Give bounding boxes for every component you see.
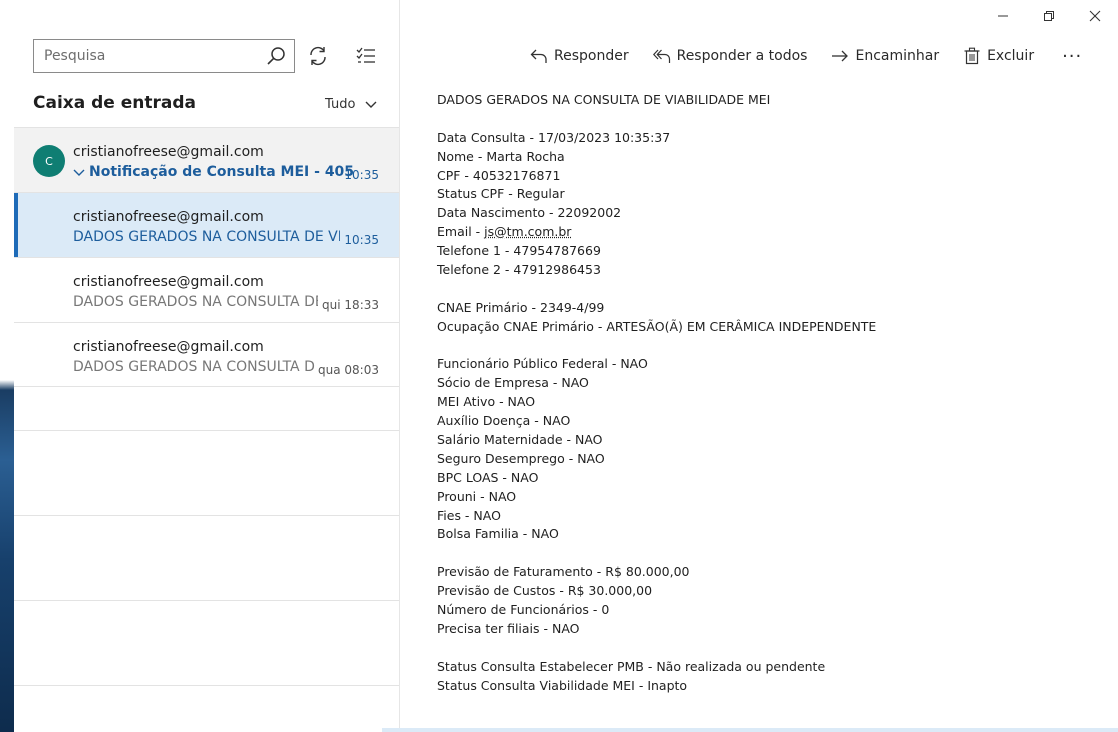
mail-time: 10:35 bbox=[344, 233, 379, 247]
mail-subject: DADOS GERADOS NA CONSULTA DE VIABILIDADE… bbox=[73, 294, 318, 310]
mail-time: 10:35 bbox=[344, 168, 379, 182]
mail-item[interactable]: cristianofreese@gmail.com DADOS GERADOS … bbox=[14, 322, 399, 387]
message-line: Ocupação CNAE Primário - ARTESÃO(Ã) EM C… bbox=[437, 318, 877, 334]
reply-all-label: Responder a todos bbox=[676, 48, 808, 64]
trash-icon bbox=[964, 47, 980, 65]
reply-icon bbox=[530, 49, 547, 63]
desktop-background bbox=[0, 0, 14, 732]
empty-list-area bbox=[14, 600, 399, 685]
message-line: Previsão de Custos - R$ 30.000,00 bbox=[437, 583, 653, 599]
delete-label: Excluir bbox=[987, 48, 1035, 64]
message-line: Número de Funcionários - 0 bbox=[437, 602, 610, 618]
mail-subject: DADOS GERADOS NA CONSULTA DE VIABILIDADE… bbox=[73, 229, 340, 245]
avatar: C bbox=[33, 145, 65, 177]
minimize-icon bbox=[998, 15, 1008, 17]
message-line: Sócio de Empresa - NAO bbox=[437, 375, 589, 391]
more-actions-button[interactable]: ··· bbox=[1062, 46, 1082, 67]
message-line: Auxílio Doença - NAO bbox=[437, 413, 571, 429]
empty-list-area bbox=[14, 430, 399, 515]
empty-list-area bbox=[14, 515, 399, 600]
mail-time: qua 08:03 bbox=[318, 363, 379, 377]
mail-time: qui 18:33 bbox=[322, 298, 379, 312]
mail-item-selected[interactable]: cristianofreese@gmail.com DADOS GERADOS … bbox=[14, 192, 399, 257]
restore-button[interactable] bbox=[1026, 0, 1072, 32]
message-list-pane: Caixa de entrada Tudo C cristianofreese@… bbox=[14, 0, 400, 732]
message-line: Fies - NAO bbox=[437, 507, 501, 523]
message-line: Status Consulta Viabilidade MEI - Inapto bbox=[437, 677, 688, 693]
message-heading: DADOS GERADOS NA CONSULTA DE VIABILIDADE… bbox=[437, 92, 771, 107]
search-icon[interactable] bbox=[266, 46, 286, 66]
mail-sender: cristianofreese@gmail.com bbox=[73, 209, 264, 225]
message-line: Previsão de Faturamento - R$ 80.000,00 bbox=[437, 564, 690, 580]
reply-label: Responder bbox=[554, 48, 629, 64]
message-line: MEI Ativo - NAO bbox=[437, 394, 536, 410]
restore-icon bbox=[1044, 11, 1054, 21]
filter-dropdown[interactable]: Tudo bbox=[325, 97, 377, 112]
mail-sender: cristianofreese@gmail.com bbox=[73, 274, 264, 290]
mail-item[interactable]: cristianofreese@gmail.com DADOS GERADOS … bbox=[14, 257, 399, 322]
message-body: DADOS GERADOS NA CONSULTA DE VIABILIDADE… bbox=[437, 91, 1087, 696]
mail-thread-header[interactable]: C cristianofreese@gmail.com Notificação … bbox=[14, 127, 399, 192]
message-line: Salário Maternidade - NAO bbox=[437, 432, 603, 448]
message-line: Precisa ter filiais - NAO bbox=[437, 620, 580, 636]
filter-label: Tudo bbox=[325, 97, 356, 112]
message-line: Telefone 2 - 47912986453 bbox=[437, 262, 601, 278]
message-line: CNAE Primário - 2349-4/99 bbox=[437, 299, 605, 315]
message-line: Data Consulta - 17/03/2023 10:35:37 bbox=[437, 129, 671, 145]
mail-subject: DADOS GERADOS NA CONSULTA DE VIABILIDADE… bbox=[73, 359, 316, 375]
select-list-icon[interactable] bbox=[355, 45, 377, 67]
mail-subject: Notificação de Consulta MEI - 4053217687… bbox=[89, 164, 353, 180]
message-line: Seguro Desemprego - NAO bbox=[437, 450, 605, 466]
forward-button[interactable]: Encaminhar bbox=[831, 47, 939, 65]
reply-button[interactable]: Responder bbox=[530, 47, 629, 65]
message-line: Funcionário Público Federal - NAO bbox=[437, 356, 648, 372]
email-link[interactable]: js@tm.com.br bbox=[484, 224, 571, 239]
empty-list-area bbox=[14, 685, 399, 732]
reply-all-icon bbox=[652, 49, 670, 63]
close-icon bbox=[1089, 10, 1101, 22]
mail-list: C cristianofreese@gmail.com Notificação … bbox=[14, 127, 399, 387]
forward-arrow-icon bbox=[832, 50, 849, 62]
message-line: Status CPF - Regular bbox=[437, 186, 565, 202]
reading-toolbar: Responder Responder a todos Encaminhar E… bbox=[530, 44, 1082, 68]
chevron-down-icon bbox=[365, 101, 377, 108]
mail-sender: cristianofreese@gmail.com bbox=[73, 144, 264, 160]
message-line: Telefone 1 - 47954787669 bbox=[437, 243, 601, 259]
reading-pane: Responder Responder a todos Encaminhar E… bbox=[400, 0, 1118, 732]
close-button[interactable] bbox=[1072, 0, 1118, 32]
message-line: Prouni - NAO bbox=[437, 488, 517, 504]
message-line: Status Consulta Estabelecer PMB - Não re… bbox=[437, 658, 826, 674]
message-line: BPC LOAS - NAO bbox=[437, 469, 539, 485]
refresh-icon[interactable] bbox=[307, 45, 329, 67]
message-line: CPF - 40532176871 bbox=[437, 167, 561, 183]
bottom-scroll-strip bbox=[382, 728, 1118, 732]
email-prefix: Email - bbox=[437, 224, 485, 240]
reply-all-button[interactable]: Responder a todos bbox=[652, 47, 808, 65]
mail-sender: cristianofreese@gmail.com bbox=[73, 339, 264, 355]
message-line: Nome - Marta Rocha bbox=[437, 148, 565, 164]
search-input[interactable] bbox=[44, 40, 254, 72]
forward-label: Encaminhar bbox=[855, 48, 940, 64]
folder-title: Caixa de entrada bbox=[33, 93, 197, 113]
search-box[interactable] bbox=[33, 39, 295, 73]
message-line: Data Nascimento - 22092002 bbox=[437, 205, 622, 221]
message-line: Bolsa Familia - NAO bbox=[437, 526, 559, 542]
message-email-line: Email - js@tm.com.br bbox=[437, 223, 1087, 242]
minimize-button[interactable] bbox=[980, 0, 1026, 32]
delete-button[interactable]: Excluir bbox=[963, 47, 1034, 65]
window-controls bbox=[980, 0, 1118, 32]
